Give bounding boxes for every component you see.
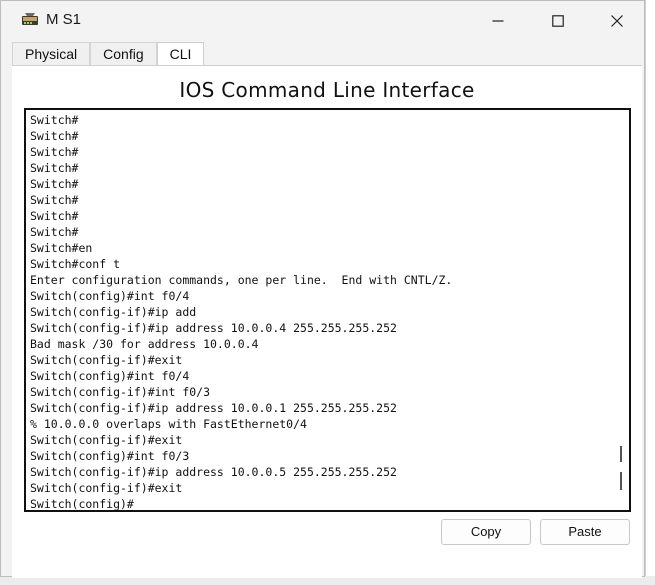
maximize-button[interactable] <box>535 1 581 41</box>
terminal-line: Switch# <box>30 113 79 127</box>
terminal-line: Switch# <box>30 193 79 207</box>
terminal-line: Switch#conf t <box>30 257 121 271</box>
terminal-line: Switch(config-if)#exit <box>30 481 183 495</box>
terminal-line: Switch(config-if)#ip add <box>30 305 197 319</box>
terminal-line: Switch(config)#int f0/3 <box>30 449 190 463</box>
cli-panel: IOS Command Line Interface Switch# Switc… <box>12 65 642 578</box>
terminal-scrollbar[interactable] <box>615 110 629 510</box>
tab-bar: Physical Config CLI <box>12 42 205 67</box>
scrollbar-thumb-lower[interactable] <box>620 472 622 490</box>
terminal-line: Switch(config-if)#exit <box>30 353 183 367</box>
terminal-line: Switch(config-if)#ip address 10.0.0.4 25… <box>30 321 397 335</box>
device-window: M S1 Physical Config CLI IOS Command Lin… <box>0 0 645 578</box>
terminal-line: Switch# <box>30 225 79 239</box>
tab-physical[interactable]: Physical <box>12 42 91 65</box>
tab-cli[interactable]: CLI <box>156 42 205 67</box>
terminal-line: Switch(config-if)#exit <box>30 433 183 447</box>
tab-config[interactable]: Config <box>90 42 157 65</box>
terminal-line: Enter configuration commands, one per li… <box>30 273 453 287</box>
terminal-line: Switch(config-if)#ip address 10.0.0.1 25… <box>30 401 397 415</box>
background-window-edge <box>645 0 655 585</box>
terminal-line: Switch# <box>30 209 79 223</box>
scrollbar-thumb[interactable] <box>620 446 622 462</box>
terminal-line: Switch# <box>30 129 79 143</box>
terminal-line: Bad mask /30 for address 10.0.0.4 <box>30 337 259 351</box>
switch-device-icon <box>21 11 39 29</box>
terminal-line: Switch#en <box>30 241 93 255</box>
terminal-line: Switch(config)#int f0/4 <box>30 369 190 383</box>
close-icon <box>611 12 623 31</box>
terminal-line: Switch# <box>30 161 79 175</box>
maximize-icon <box>552 12 564 31</box>
terminal-line: Switch# <box>30 177 79 191</box>
terminal-line: Switch(config-if)#int f0/3 <box>30 385 211 399</box>
copy-button[interactable]: Copy <box>441 519 531 545</box>
window-title: M S1 <box>46 11 82 28</box>
close-button[interactable] <box>594 1 640 41</box>
paste-button[interactable]: Paste <box>540 519 630 545</box>
terminal-line: Switch# <box>30 145 79 159</box>
cli-terminal[interactable]: Switch# Switch# Switch# Switch# Switch# … <box>24 108 631 512</box>
terminal-line: Switch(config)#int f0/4 <box>30 289 190 303</box>
terminal-line: % 10.0.0.0 overlaps with FastEthernet0/4 <box>30 417 307 431</box>
minimize-button[interactable] <box>475 1 521 41</box>
terminal-line: Switch(config)# <box>30 497 134 511</box>
terminal-line: Switch(config-if)#ip address 10.0.0.5 25… <box>30 465 397 479</box>
terminal-output: Switch# Switch# Switch# Switch# Switch# … <box>30 112 453 511</box>
title-bar[interactable]: M S1 <box>1 1 644 41</box>
minimize-icon <box>492 12 504 31</box>
cli-heading: IOS Command Line Interface <box>179 78 475 102</box>
